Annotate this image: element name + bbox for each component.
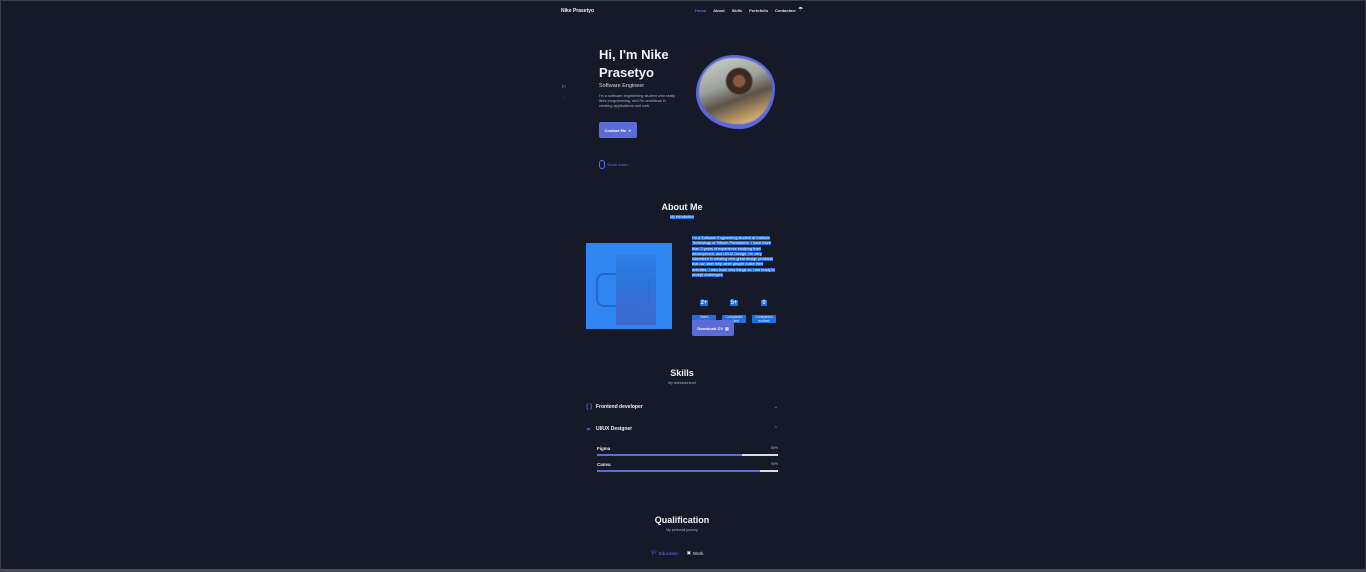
browser-frame bbox=[0, 0, 1366, 572]
chevron-up-icon: ⌃ bbox=[773, 426, 778, 432]
skill-figma: Figma 80% bbox=[597, 446, 778, 451]
hero-subtitle: Software Engineer bbox=[599, 83, 645, 89]
skill-group-label: UI/UX Designer bbox=[596, 426, 633, 432]
contact-me-button[interactable]: Contact Me ➢ bbox=[599, 122, 637, 138]
skill-name: Figma bbox=[597, 446, 611, 451]
send-icon: ➢ bbox=[628, 127, 632, 133]
skill-name: Canva bbox=[597, 462, 611, 467]
paper-plane-icon: ➣ bbox=[586, 426, 592, 433]
nav-item-contactme[interactable]: Contactme bbox=[775, 8, 796, 13]
stat-label: Companies worked bbox=[752, 315, 776, 323]
profile-photo-image bbox=[699, 58, 772, 124]
main-nav: Home About Skills Portofolio Contactme bbox=[695, 8, 796, 13]
briefcase-icon: ▣ bbox=[686, 550, 691, 555]
tab-label: Education bbox=[658, 550, 679, 556]
download-cv-label: Download CV bbox=[697, 325, 723, 331]
skill-bar-figma bbox=[597, 454, 778, 456]
nav-item-portofolio[interactable]: Portofolio bbox=[749, 8, 768, 13]
stat-number: 0 bbox=[761, 300, 767, 306]
about-subtitle: My introduction bbox=[582, 215, 782, 219]
skill-group-uiux[interactable]: ➣ UI/UX Designer ⌃ bbox=[586, 424, 778, 434]
skill-canva: Canva 90% bbox=[597, 462, 778, 467]
hero-title: Hi, I'm Nike Prasetyo bbox=[599, 47, 669, 80]
download-cv-button[interactable]: Download CV ▤ bbox=[692, 320, 734, 336]
scroll-down-label: Scroll down bbox=[607, 162, 628, 167]
tab-label: Work bbox=[693, 550, 704, 556]
brand-logo[interactable]: Nike Prasetyo bbox=[561, 8, 594, 14]
skill-percent: 80% bbox=[770, 446, 778, 450]
graduation-cap-icon: 🎓︎ bbox=[651, 550, 657, 555]
skill-bar-fill bbox=[597, 454, 742, 456]
about-title: About Me bbox=[661, 202, 703, 212]
skills-subtitle: My technical level bbox=[668, 381, 696, 385]
qualification-title: Qualification bbox=[654, 515, 710, 525]
tab-education[interactable]: 🎓︎ Education bbox=[651, 550, 679, 556]
qualification-tabs: 🎓︎ Education ▣ Work bbox=[651, 550, 703, 556]
github-icon[interactable]: ◌ bbox=[562, 95, 565, 101]
skill-bar-fill bbox=[597, 470, 760, 472]
hero-description: I'm a software engineering student who r… bbox=[599, 94, 676, 108]
contact-me-label: Contact Me bbox=[604, 127, 627, 133]
stat-companies: 0 Companies worked bbox=[752, 291, 776, 327]
theme-toggle-icon[interactable]: ☂ bbox=[798, 6, 803, 13]
about-description-text: I'm a Software Engineering student at In… bbox=[692, 236, 775, 278]
about-photo bbox=[586, 243, 672, 329]
tab-work[interactable]: ▣ Work bbox=[687, 550, 704, 556]
skill-group-frontend[interactable]: { } Frontend developer ⌄ bbox=[586, 402, 778, 412]
linkedin-icon[interactable]: in bbox=[562, 84, 566, 90]
nav-item-home[interactable]: Home bbox=[695, 8, 706, 13]
arrow-down-icon: ↓ bbox=[629, 162, 632, 167]
about-photo-figure bbox=[616, 255, 656, 325]
skill-bar-canva bbox=[597, 470, 778, 472]
nav-item-about[interactable]: About bbox=[713, 8, 725, 13]
skills-title: Skills bbox=[670, 368, 694, 378]
chevron-down-icon: ⌄ bbox=[773, 404, 778, 410]
profile-photo bbox=[696, 55, 775, 129]
brackets-icon: { } bbox=[586, 404, 593, 410]
skill-group-label: Frontend developer bbox=[596, 404, 643, 410]
stat-number: 5+ bbox=[729, 300, 739, 306]
scroll-down-link[interactable]: Scroll down ↓ bbox=[599, 160, 632, 169]
nav-item-skills[interactable]: Skills bbox=[732, 8, 742, 13]
mouse-icon bbox=[599, 160, 605, 169]
document-icon: ▤ bbox=[725, 325, 729, 331]
stat-number: 2+ bbox=[699, 300, 709, 306]
about-description: I'm a Software Engineering student at In… bbox=[692, 236, 778, 278]
qualification-subtitle: My personal journey bbox=[666, 528, 698, 532]
skill-percent: 90% bbox=[770, 462, 778, 466]
about-subtitle-text: My introduction bbox=[670, 215, 694, 219]
